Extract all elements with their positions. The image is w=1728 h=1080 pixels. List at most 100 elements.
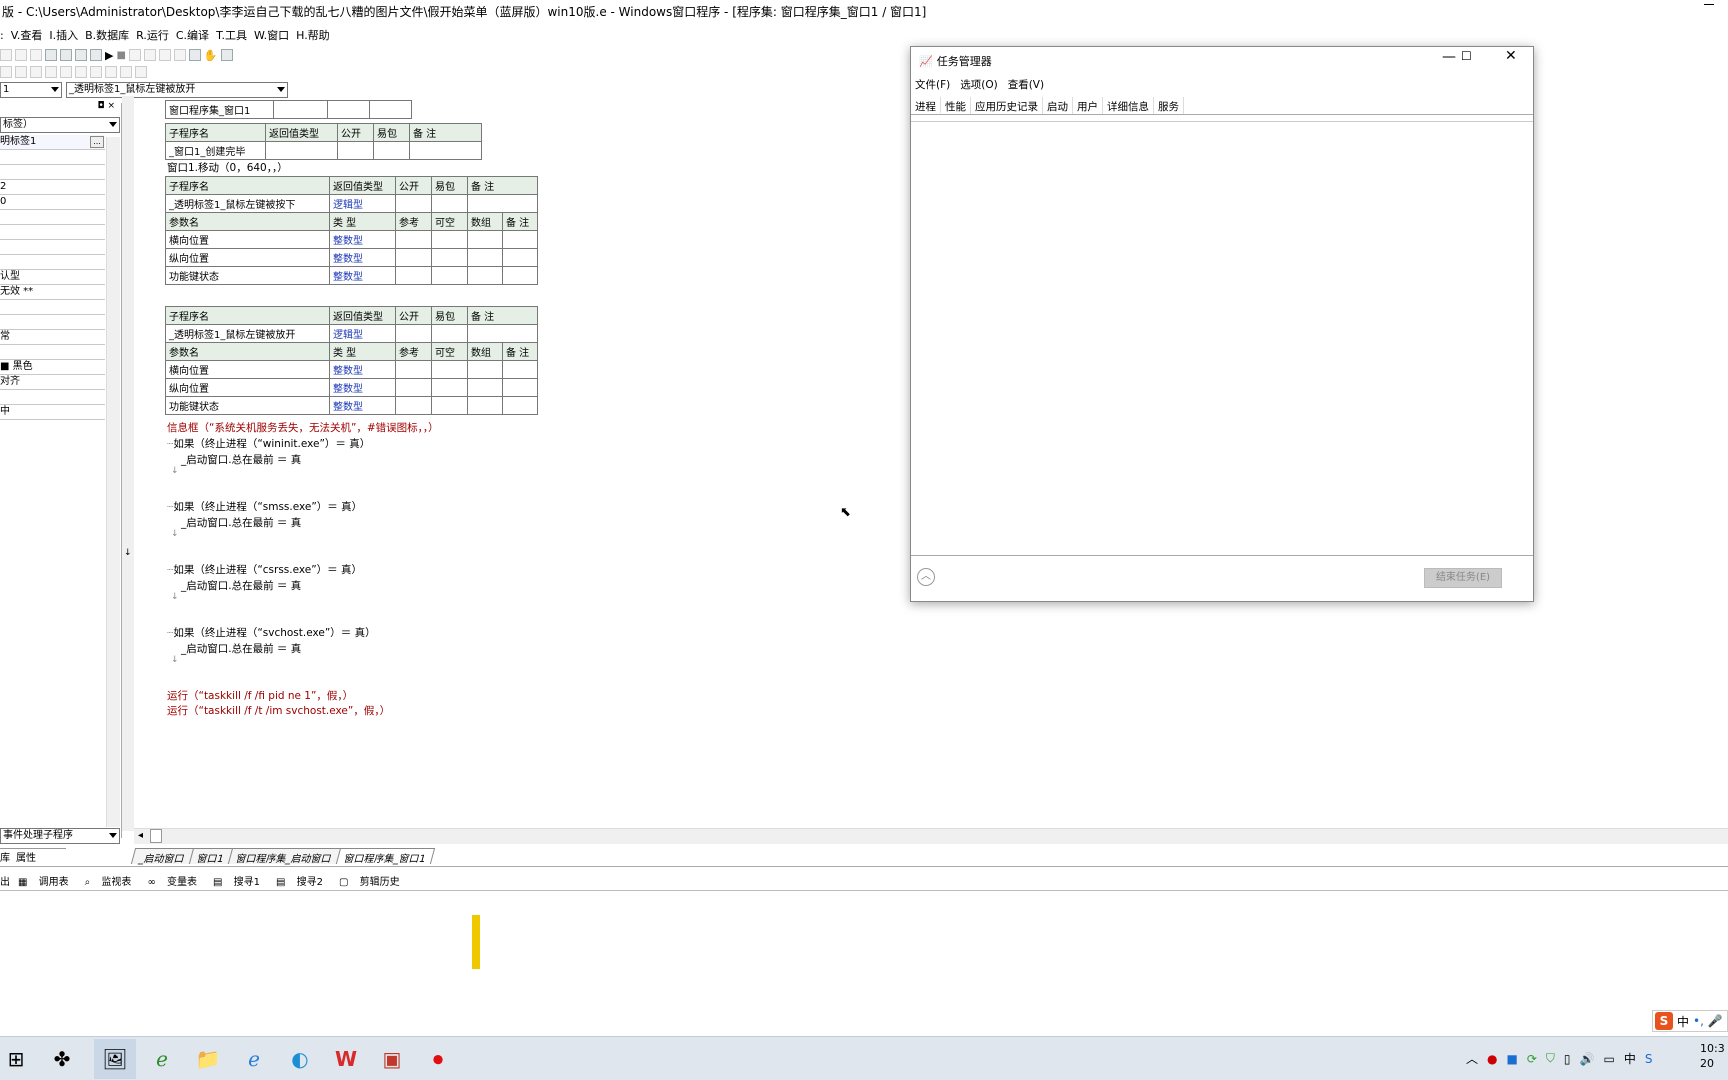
tm-maximize-button[interactable]: ☐ [1461,49,1472,63]
tab-clip-history[interactable]: ▢ 剪辑历史 [339,873,408,888]
fold-arrow-icon[interactable]: ↓ [171,466,179,476]
copy-icon[interactable] [0,49,12,61]
prop-row[interactable]: 对齐 [0,375,105,390]
battery-icon[interactable]: ▯ [1564,1052,1571,1066]
align-bottom-icon[interactable] [75,66,87,78]
record-icon[interactable]: ⏺ [424,1045,452,1073]
tab-window1[interactable]: 窗口1 [188,848,234,865]
menu-item-compile[interactable]: C.编译 [176,27,209,43]
volume-icon[interactable]: 🔊 [1580,1052,1595,1066]
event-handler-combo[interactable]: 事件处理子程序 [0,828,120,844]
ime-tray-icon[interactable]: 中 [1624,1050,1636,1067]
binoculars-icon[interactable] [220,49,233,61]
hand-icon[interactable]: ✋ [204,49,218,62]
prop-row[interactable]: 0 [0,195,105,210]
prop-row[interactable] [0,225,105,240]
tab-library[interactable]: 库 [0,849,10,864]
end-task-button[interactable]: 结束任务(E) [1424,568,1502,588]
tab-watch[interactable]: ⌕ 监视表 [85,873,140,888]
prop-row[interactable] [0,300,105,315]
menu-item-run[interactable]: R.运行 [136,27,169,43]
prop-row[interactable] [0,210,105,225]
tab-search1[interactable]: ▤ 搜寻1 [213,873,268,888]
tm-close-button[interactable]: ✕ [1505,48,1517,64]
file-explorer-icon[interactable]: 📁 [194,1045,222,1073]
layout2-icon[interactable] [75,49,87,61]
run-icon[interactable]: ▶ [105,49,113,62]
menu-item-database[interactable]: B.数据库 [85,27,129,43]
step-icon[interactable] [128,49,141,61]
tab-startup-window[interactable]: _启动窗口 [130,848,195,865]
prop-row[interactable] [0,315,105,330]
ime-indicator[interactable]: S 中 •, 🎤 [1652,1010,1728,1032]
menu-item-file[interactable]: : [0,29,4,42]
step-into-icon[interactable] [143,49,156,61]
property-scrollbar[interactable] [106,137,120,827]
editor-hscrollbar[interactable]: ◂ [134,828,1728,844]
panel-pin-close[interactable]: ◘ × [97,101,115,111]
prop-row[interactable]: 认型 [0,270,105,285]
grid-icon[interactable] [135,66,147,78]
fold-arrow-icon[interactable]: ↓ [171,529,179,539]
ie-browser-icon[interactable]: ℯ [148,1045,176,1073]
layout3-icon[interactable] [90,49,102,61]
prop-row[interactable] [0,240,105,255]
ide-taskbar-icon[interactable]: 🖼 [94,1039,136,1079]
tab-assembly-window1[interactable]: 窗口程序集_窗口1 [336,848,436,865]
fold-arrow-icon[interactable]: ↓ [171,655,179,665]
prop-row[interactable]: 2 [0,180,105,195]
clock[interactable]: 10:3 20 [1700,1041,1728,1071]
tm-tab-performance[interactable]: 性能 [941,97,971,114]
align-top-icon[interactable] [45,66,57,78]
object-combo[interactable]: 1 [0,82,62,98]
tm-tab-users[interactable]: 用户 [1073,97,1103,114]
edge-browser-icon[interactable]: ◐ [286,1045,314,1073]
arrow-left-icon[interactable]: ◂ [138,830,143,841]
tab-variables[interactable]: ∞ 变量表 [147,873,205,888]
prop-row[interactable] [0,345,105,360]
prop-row[interactable] [0,255,105,270]
prop-row[interactable]: ■ 黑色 [0,360,105,375]
find-icon[interactable] [45,49,57,61]
scroll-thumb[interactable] [150,829,162,843]
align-middle-icon[interactable] [60,66,72,78]
stop-icon[interactable]: ■ [116,50,125,61]
display-icon[interactable]: ▭ [1603,1052,1614,1066]
task-view-icon[interactable]: ⊞ [2,1045,30,1073]
sogou-tray-icon[interactable]: S [1645,1052,1653,1066]
step-out-icon[interactable] [173,49,186,61]
layout1-icon[interactable] [60,49,72,61]
prop-row[interactable] [0,390,105,405]
prop-row[interactable] [0,165,105,180]
tm-tab-app-history[interactable]: 应用历史记录 [971,97,1043,114]
ellipsis-button[interactable]: ... [90,136,104,148]
wps-office-icon[interactable]: W [332,1045,360,1073]
prop-row[interactable]: 常 [0,330,105,345]
menu-item-tools[interactable]: T.工具 [216,27,247,43]
tm-menu-file[interactable]: 文件(F) [915,77,950,92]
tab-output[interactable]: 出 [0,873,10,888]
component-combo[interactable]: 标签） [0,117,120,133]
pinwheel-app-icon[interactable]: ✤ [48,1045,76,1073]
fewer-details-icon[interactable]: ︿ [917,568,935,586]
prop-row[interactable]: 无效 ** [0,285,105,300]
menu-item-help[interactable]: H.帮助 [296,27,330,43]
align-right-icon[interactable] [30,66,42,78]
tm-tab-processes[interactable]: 进程 [911,97,941,114]
redo-icon[interactable] [15,49,27,61]
same-size-icon[interactable] [120,66,132,78]
tm-minimize-button[interactable]: — [1442,49,1456,65]
tab-property[interactable]: 属性 [16,849,36,864]
tray-shield-icon[interactable]: ⛉ [1546,1051,1555,1066]
tray-sync-icon[interactable]: ⟳ [1527,1052,1537,1066]
menu-item-insert[interactable]: I.插入 [49,27,78,43]
tm-menu-options[interactable]: 选项(O) [960,77,997,92]
prop-name[interactable]: 明标签1... [0,135,105,150]
same-height-icon[interactable] [105,66,117,78]
step-over-icon[interactable] [158,49,171,61]
tray-expand-icon[interactable]: ︿ [1466,1050,1478,1067]
tray-record-icon[interactable]: ● [1487,1052,1497,1066]
tab-search2[interactable]: ▤ 搜寻2 [276,873,331,888]
menu-item-window[interactable]: W.窗口 [254,27,289,43]
e-language-icon[interactable]: ▣ [378,1045,406,1073]
